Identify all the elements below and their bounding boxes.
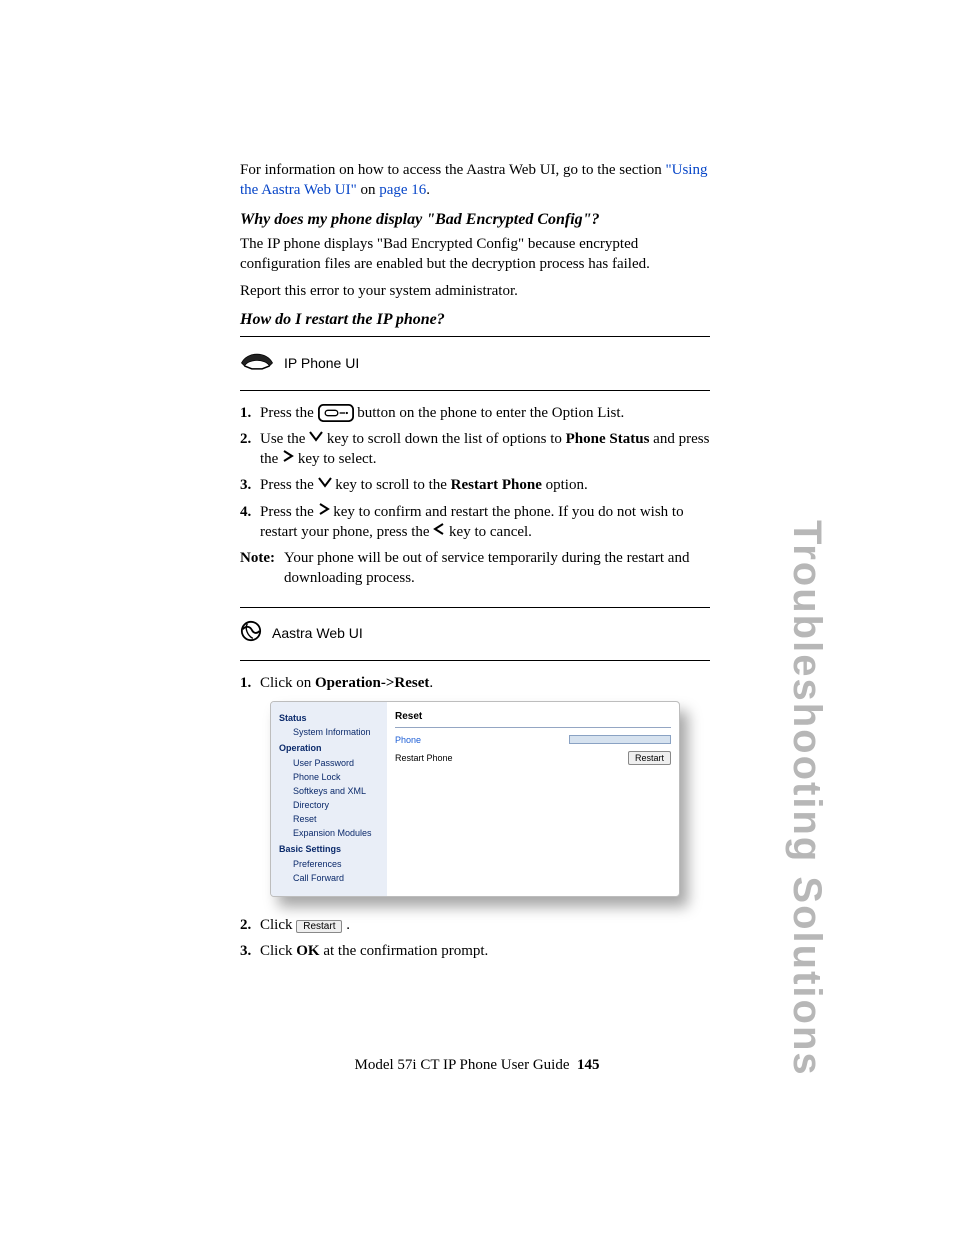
q1-paragraph: The IP phone displays "Bad Encrypted Con… (240, 234, 710, 275)
aastra-web-ui-block: Aastra Web UI (240, 614, 710, 654)
web-ui-row-restart: Restart Phone Restart (395, 751, 671, 765)
options-key-icon (318, 404, 354, 422)
t: Click (260, 917, 296, 933)
side-section-label: Troubleshooting Solutions (780, 520, 834, 1077)
t: . (429, 675, 433, 691)
left-arrow-icon (433, 523, 445, 539)
aastra-web-ui-label: Aastra Web UI (272, 624, 363, 643)
divider-mid3 (240, 660, 710, 661)
divider-mid2 (240, 607, 710, 608)
ip-phone-ui-label: IP Phone UI (284, 354, 359, 373)
divider-mid1 (240, 390, 710, 391)
web-steps: 1. Click on Operation->Reset. (240, 673, 710, 693)
t: Press the (260, 477, 318, 493)
right-arrow-icon (282, 450, 294, 466)
bold: Restart Phone (451, 477, 542, 493)
sidebar-item-preferences[interactable]: Preferences (279, 858, 387, 870)
intro-text: For information on how to access the Aas… (240, 162, 666, 178)
web-ui-main: Reset Phone Restart Phone Restart (387, 702, 679, 896)
t: Use the (260, 431, 309, 447)
right-arrow-icon (318, 503, 330, 519)
step-number: 1. (240, 403, 260, 423)
step-4-text: Press the key to confirm and restart the… (260, 502, 710, 543)
step-number: 2. (240, 429, 260, 470)
step-number: 1. (240, 673, 260, 693)
intro-paragraph: For information on how to access the Aas… (240, 160, 710, 201)
sidebar-item-call-forward[interactable]: Call Forward (279, 872, 387, 884)
sidebar-item-directory[interactable]: Directory (279, 799, 387, 811)
bold: Operation->Reset (315, 675, 429, 691)
bold: Phone Status (566, 431, 650, 447)
row-phone-bar (569, 735, 671, 744)
sidebar-item-system-information[interactable]: System Information (279, 726, 387, 738)
sidebar-item-softkeys-xml[interactable]: Softkeys and XML (279, 785, 387, 797)
step-3-text: Press the key to scroll to the Restart P… (260, 475, 710, 495)
web-ui-sidebar: Status System Information Operation User… (271, 702, 387, 896)
restart-button[interactable]: Restart (628, 751, 671, 765)
web-step-2: Click Restart . (260, 915, 710, 935)
t: at the confirmation prompt. (320, 943, 489, 959)
bold: OK (296, 943, 319, 959)
t: key to cancel. (449, 524, 532, 540)
sidebar-group-basic: Basic Settings (279, 843, 387, 855)
step-2-text: Use the key to scroll down the list of o… (260, 429, 710, 470)
q2-heading: How do I restart the IP phone? (240, 309, 710, 331)
ip-phone-ui-block: IP Phone UI (240, 343, 710, 383)
t: Press the (260, 504, 318, 520)
row-restart-label: Restart Phone (395, 752, 628, 764)
t: Click (260, 943, 296, 959)
globe-icon (240, 620, 262, 648)
step-1-text: Press the button on the phone to enter t… (260, 403, 710, 423)
t: . (346, 917, 350, 933)
t: key to scroll to the (335, 477, 450, 493)
t: button on the phone to enter the Option … (357, 405, 624, 421)
t: option. (546, 477, 588, 493)
footer-text: Model 57i CT IP Phone User Guide (355, 1057, 570, 1073)
t: Press the (260, 405, 318, 421)
down-arrow-icon (318, 476, 332, 492)
sidebar-item-phone-lock[interactable]: Phone Lock (279, 771, 387, 783)
restart-button-inline[interactable]: Restart (296, 920, 342, 933)
down-arrow-icon (309, 430, 323, 446)
web-ui-row-phone: Phone (395, 734, 671, 746)
sidebar-item-user-password[interactable]: User Password (279, 757, 387, 769)
divider-top (240, 336, 710, 337)
q1-action: Report this error to your system adminis… (240, 281, 710, 301)
step-number: 3. (240, 941, 260, 961)
step-number: 3. (240, 475, 260, 495)
sidebar-group-status: Status (279, 712, 387, 724)
note: Note: Your phone will be out of service … (240, 548, 710, 589)
sidebar-item-reset[interactable]: Reset (279, 813, 387, 825)
web-ui-panel: Status System Information Operation User… (270, 701, 680, 897)
sidebar-item-expansion-modules[interactable]: Expansion Modules (279, 827, 387, 839)
t: key to select. (298, 451, 377, 467)
web-step-1: Click on Operation->Reset. (260, 673, 710, 693)
step-number: 4. (240, 502, 260, 543)
web-ui-title: Reset (395, 710, 671, 728)
intro-page-ref-before: on (357, 182, 380, 198)
note-label: Note: (240, 548, 282, 589)
sidebar-group-operation: Operation (279, 742, 387, 754)
intro-page-link[interactable]: page 16 (379, 182, 426, 198)
phone-icon (240, 349, 274, 377)
web-steps-cont: 2. Click Restart . 3. Click OK at the co… (240, 915, 710, 962)
phone-steps: 1. Press the button on the phone to ente… (240, 403, 710, 543)
t: Click on (260, 675, 315, 691)
footer-page-number: 145 (577, 1057, 600, 1073)
intro-period: . (426, 182, 430, 198)
web-step-3: Click OK at the confirmation prompt. (260, 941, 710, 961)
step-number: 2. (240, 915, 260, 935)
page-footer: Model 57i CT IP Phone User Guide 145 (0, 1055, 954, 1075)
q1-heading: Why does my phone display "Bad Encrypted… (240, 209, 710, 231)
note-text: Your phone will be out of service tempor… (284, 548, 710, 589)
row-phone-label: Phone (395, 734, 569, 746)
t: key to scroll down the list of options t… (327, 431, 566, 447)
